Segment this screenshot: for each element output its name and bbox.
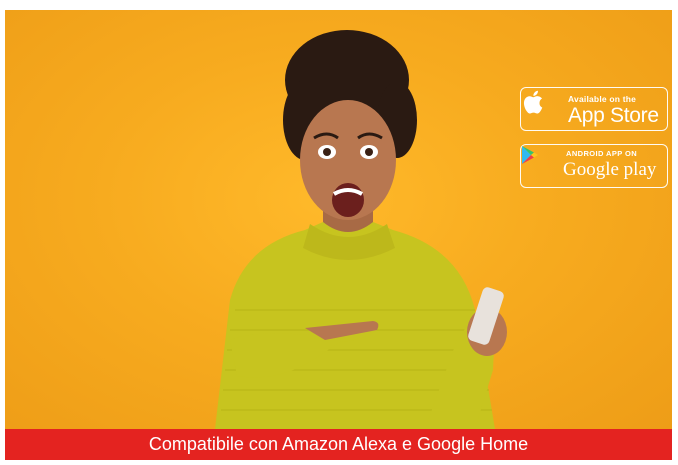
hero-photo: Available on the App Store ANDROID APP O… (5, 10, 672, 429)
compatibility-bar: Compatibile con Amazon Alexa e Google Ho… (5, 429, 672, 460)
google-play-icon (522, 146, 538, 164)
google-play-big-label: Google play (563, 159, 657, 180)
app-store-small-label: Available on the (568, 94, 637, 104)
woman-with-phone-illustration (215, 30, 507, 429)
promo-banner: Available on the App Store ANDROID APP O… (5, 10, 672, 460)
app-store-big-label: App Store (568, 104, 659, 127)
app-store-badge[interactable]: Available on the App Store (520, 87, 668, 131)
compatibility-text: Compatibile con Amazon Alexa e Google Ho… (148, 434, 529, 454)
google-play-small-label: ANDROID APP ON (566, 149, 638, 158)
google-play-badge[interactable]: ANDROID APP ON Google play (520, 144, 668, 188)
apple-logo-icon (523, 90, 543, 114)
